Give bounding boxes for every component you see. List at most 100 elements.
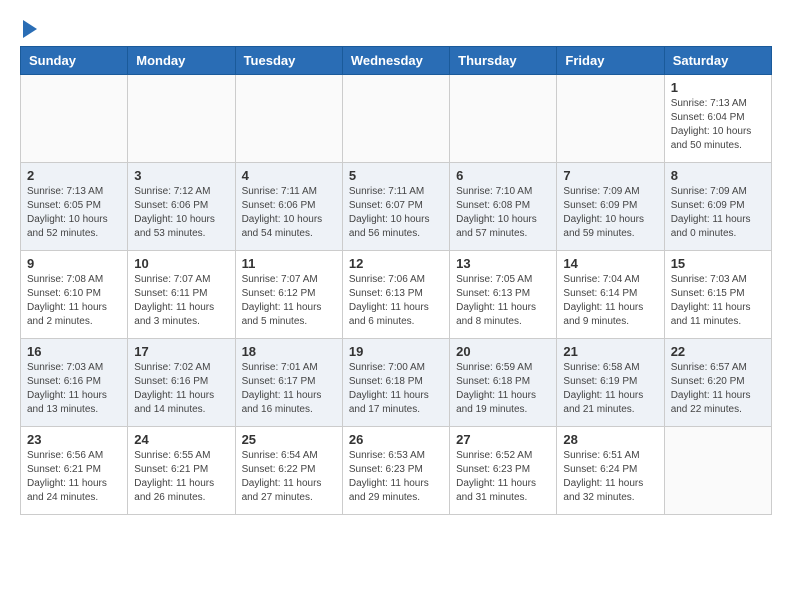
calendar-cell [342,75,449,163]
weekday-header-friday: Friday [557,47,664,75]
day-number: 16 [27,344,121,359]
calendar-cell: 21Sunrise: 6:58 AM Sunset: 6:19 PM Dayli… [557,339,664,427]
weekday-header-monday: Monday [128,47,235,75]
calendar-cell: 17Sunrise: 7:02 AM Sunset: 6:16 PM Dayli… [128,339,235,427]
day-info: Sunrise: 7:11 AM Sunset: 6:07 PM Dayligh… [349,185,443,241]
calendar-cell: 2 Sunrise: 7:13 AM Sunset: 6:05 PM Daylig… [21,163,128,251]
calendar-cell: 16 Sunrise: 7:03 AM Sunset: 6:16 PM Dayli… [21,339,128,427]
calendar-cell: 12 Sunrise: 7:06 AM Sunset: 6:13 PM Dayli… [342,251,449,339]
calendar-cell: 15 Sunrise: 7:03 AM Sunset: 6:15 PM Dayli… [664,251,771,339]
calendar-cell: 13 Sunrise: 7:05 AM Sunset: 6:13 PM Dayli… [450,251,557,339]
calendar-cell: 24Sunrise: 6:55 AM Sunset: 6:21 PM Dayli… [128,427,235,515]
calendar-cell: 22 Sunrise: 6:57 AM Sunset: 6:20 PM Dayli… [664,339,771,427]
day-info: Sunrise: 7:13 AM Sunset: 6:04 PM Dayligh… [671,97,765,153]
day-info: Sunrise: 7:09 AM Sunset: 6:09 PM Dayligh… [671,185,765,241]
day-info: Sunrise: 7:06 AM Sunset: 6:13 PM Dayligh… [349,273,443,329]
day-info: Sunrise: 7:03 AM Sunset: 6:15 PM Dayligh… [671,273,765,329]
calendar-cell: 14 Sunrise: 7:04 AM Sunset: 6:14 PM Dayli… [557,251,664,339]
day-info: Sunrise: 7:12 AM Sunset: 6:06 PM Dayligh… [134,185,228,241]
day-number: 4 [242,168,336,183]
day-number: 13 [456,256,550,271]
calendar-cell: 19 Sunrise: 7:00 AM Sunset: 6:18 PM Dayli… [342,339,449,427]
day-info: Sunrise: 7:09 AM Sunset: 6:09 PM Dayligh… [563,185,657,241]
day-info: Sunrise: 6:59 AM Sunset: 6:18 PM Dayligh… [456,361,550,417]
calendar-cell: 4 Sunrise: 7:11 AM Sunset: 6:06 PM Daylig… [235,163,342,251]
logo [20,20,37,36]
calendar-cell: 8 Sunrise: 7:09 AM Sunset: 6:09 PM Daylig… [664,163,771,251]
day-info: Sunrise: 7:04 AM Sunset: 6:14 PM Dayligh… [563,273,657,329]
day-number: 12 [349,256,443,271]
week-row-4: 23 Sunrise: 6:56 AM Sunset: 6:21 PM Dayli… [21,427,772,515]
calendar-cell [557,75,664,163]
calendar-cell: 10Sunrise: 7:07 AM Sunset: 6:11 PM Dayli… [128,251,235,339]
calendar-cell: 18 Sunrise: 7:01 AM Sunset: 6:17 PM Dayli… [235,339,342,427]
calendar-cell [21,75,128,163]
day-number: 14 [563,256,657,271]
day-number: 10 [134,256,228,271]
weekday-header-wednesday: Wednesday [342,47,449,75]
calendar-cell [664,427,771,515]
weekday-header-sunday: Sunday [21,47,128,75]
day-info: Sunrise: 7:07 AM Sunset: 6:12 PM Dayligh… [242,273,336,329]
day-number: 7 [563,168,657,183]
calendar-cell: 26 Sunrise: 6:53 AM Sunset: 6:23 PM Dayli… [342,427,449,515]
day-number: 24 [134,432,228,447]
day-info: Sunrise: 7:08 AM Sunset: 6:10 PM Dayligh… [27,273,121,329]
weekday-header-tuesday: Tuesday [235,47,342,75]
day-number: 5 [349,168,443,183]
day-number: 6 [456,168,550,183]
day-number: 28 [563,432,657,447]
calendar-cell: 1 Sunrise: 7:13 AM Sunset: 6:04 PM Daylig… [664,75,771,163]
week-row-1: 2 Sunrise: 7:13 AM Sunset: 6:05 PM Daylig… [21,163,772,251]
calendar-cell [128,75,235,163]
day-number: 23 [27,432,121,447]
day-number: 1 [671,80,765,95]
day-number: 15 [671,256,765,271]
calendar-cell: 6Sunrise: 7:10 AM Sunset: 6:08 PM Daylig… [450,163,557,251]
day-number: 25 [242,432,336,447]
day-number: 22 [671,344,765,359]
day-number: 27 [456,432,550,447]
calendar-cell [450,75,557,163]
day-number: 19 [349,344,443,359]
week-row-0: 1 Sunrise: 7:13 AM Sunset: 6:04 PM Daylig… [21,75,772,163]
day-info: Sunrise: 6:54 AM Sunset: 6:22 PM Dayligh… [242,449,336,505]
day-number: 2 [27,168,121,183]
calendar-cell: 25 Sunrise: 6:54 AM Sunset: 6:22 PM Dayli… [235,427,342,515]
calendar-cell: 11 Sunrise: 7:07 AM Sunset: 6:12 PM Dayli… [235,251,342,339]
weekday-header-saturday: Saturday [664,47,771,75]
weekday-header-thursday: Thursday [450,47,557,75]
day-number: 11 [242,256,336,271]
day-info: Sunrise: 7:13 AM Sunset: 6:05 PM Dayligh… [27,185,121,241]
calendar-cell: 23 Sunrise: 6:56 AM Sunset: 6:21 PM Dayli… [21,427,128,515]
day-info: Sunrise: 7:02 AM Sunset: 6:16 PM Dayligh… [134,361,228,417]
day-number: 3 [134,168,228,183]
day-number: 20 [456,344,550,359]
calendar-cell: 7 Sunrise: 7:09 AM Sunset: 6:09 PM Daylig… [557,163,664,251]
week-row-3: 16 Sunrise: 7:03 AM Sunset: 6:16 PM Dayli… [21,339,772,427]
calendar-cell: 28 Sunrise: 6:51 AM Sunset: 6:24 PM Dayli… [557,427,664,515]
week-row-2: 9 Sunrise: 7:08 AM Sunset: 6:10 PM Daylig… [21,251,772,339]
day-info: Sunrise: 7:01 AM Sunset: 6:17 PM Dayligh… [242,361,336,417]
day-number: 8 [671,168,765,183]
day-info: Sunrise: 6:56 AM Sunset: 6:21 PM Dayligh… [27,449,121,505]
page-header [20,20,772,36]
day-info: Sunrise: 6:57 AM Sunset: 6:20 PM Dayligh… [671,361,765,417]
day-number: 21 [563,344,657,359]
day-info: Sunrise: 7:00 AM Sunset: 6:18 PM Dayligh… [349,361,443,417]
day-info: Sunrise: 6:51 AM Sunset: 6:24 PM Dayligh… [563,449,657,505]
calendar-cell: 9 Sunrise: 7:08 AM Sunset: 6:10 PM Daylig… [21,251,128,339]
calendar-cell: 3 Sunrise: 7:12 AM Sunset: 6:06 PM Daylig… [128,163,235,251]
day-number: 18 [242,344,336,359]
day-info: Sunrise: 6:52 AM Sunset: 6:23 PM Dayligh… [456,449,550,505]
logo-arrow-icon [23,20,37,38]
day-info: Sunrise: 7:03 AM Sunset: 6:16 PM Dayligh… [27,361,121,417]
day-number: 26 [349,432,443,447]
calendar-cell: 5 Sunrise: 7:11 AM Sunset: 6:07 PM Daylig… [342,163,449,251]
day-info: Sunrise: 6:53 AM Sunset: 6:23 PM Dayligh… [349,449,443,505]
day-info: Sunrise: 7:05 AM Sunset: 6:13 PM Dayligh… [456,273,550,329]
day-number: 9 [27,256,121,271]
day-info: Sunrise: 7:11 AM Sunset: 6:06 PM Dayligh… [242,185,336,241]
calendar-cell: 27 Sunrise: 6:52 AM Sunset: 6:23 PM Dayli… [450,427,557,515]
weekday-header-row: SundayMondayTuesdayWednesdayThursdayFrid… [21,47,772,75]
